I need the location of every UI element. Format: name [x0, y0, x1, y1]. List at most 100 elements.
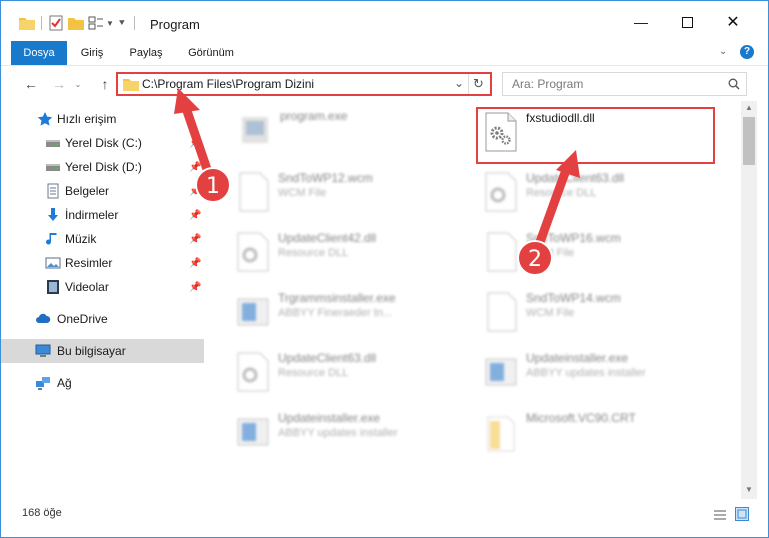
- tab-share[interactable]: Paylaş: [121, 41, 171, 65]
- sidebar-item-local-disk-c[interactable]: Yerel Disk (C:) 📌: [1, 131, 204, 155]
- status-bar: 168 öğe: [1, 501, 768, 537]
- pin-icon[interactable]: 📌: [189, 258, 201, 269]
- sidebar-item-pictures[interactable]: Resimler 📌: [1, 251, 204, 275]
- exe-file-icon: [242, 117, 268, 143]
- file-item[interactable]: program.exe: [232, 103, 472, 159]
- file-item[interactable]: SndToWP12.wcm WCM File: [230, 165, 470, 221]
- document-file-icon: [487, 292, 517, 332]
- close-button[interactable]: ✕: [710, 7, 756, 37]
- pin-icon[interactable]: 📌: [189, 210, 201, 221]
- file-type: WCM File: [526, 247, 575, 259]
- file-type: Resource DLL: [526, 187, 597, 199]
- download-icon: [48, 208, 58, 221]
- pin-icon[interactable]: 📌: [189, 162, 201, 173]
- folder-icon: [19, 18, 35, 30]
- sidebar-item-documents[interactable]: Belgeler 📌: [1, 179, 204, 203]
- arrow-right-icon: →: [52, 76, 66, 92]
- up-button[interactable]: ↑: [95, 74, 115, 94]
- tab-file[interactable]: Dosya: [11, 41, 67, 65]
- dll-file-icon: [237, 352, 269, 392]
- refresh-icon[interactable]: ↻: [473, 76, 484, 92]
- view-icon[interactable]: [88, 16, 104, 30]
- music-icon: [46, 233, 57, 245]
- scroll-down-icon[interactable]: ▼: [745, 485, 753, 494]
- file-type: WCM File: [526, 307, 575, 319]
- scroll-up-icon[interactable]: ▲: [745, 103, 753, 112]
- maximize-icon: [681, 16, 693, 28]
- help-icon[interactable]: ?: [740, 45, 754, 59]
- sidebar-item-label: Videolar: [65, 280, 109, 294]
- file-type: ABBYY updates installer: [526, 367, 646, 379]
- new-folder-icon[interactable]: [68, 16, 84, 30]
- file-item[interactable]: Updateinstaller.exe ABBYY updates instal…: [478, 345, 718, 401]
- recent-locations-button[interactable]: ⌄: [71, 74, 85, 94]
- quick-access-toolbar: ▼ ⯆: [19, 13, 135, 33]
- chevron-down-icon: ⌄: [74, 79, 82, 89]
- details-view-icon[interactable]: [713, 509, 727, 521]
- file-name: SndToWP16.wcm: [526, 231, 621, 245]
- network-icon: [36, 377, 50, 390]
- large-icons-view-icon[interactable]: [735, 507, 749, 521]
- file-item[interactable]: UpdateClient63.dll Resource DLL: [478, 165, 718, 221]
- back-button[interactable]: ←: [21, 74, 41, 94]
- minimize-button[interactable]: —: [618, 7, 664, 37]
- sidebar-item-local-disk-d[interactable]: Yerel Disk (D:) 📌: [1, 155, 204, 179]
- sidebar-item-this-pc[interactable]: Bu bilgisayar: [1, 339, 204, 363]
- file-name: UpdateClient42.dll: [278, 231, 377, 245]
- sidebar-item-quick-access[interactable]: Hızlı erişim: [1, 107, 204, 131]
- file-name: Trgrammsinstaller.exe: [278, 291, 396, 305]
- title-bar: ▼ ⯆ Program — ✕: [1, 1, 768, 41]
- tab-home[interactable]: Giriş: [69, 41, 115, 65]
- cloud-icon: [36, 313, 51, 323]
- file-item[interactable]: UpdateClient42.dll Resource DLL: [230, 225, 470, 281]
- file-item[interactable]: Updateinstaller.exe ABBYY updates instal…: [230, 405, 470, 461]
- sidebar-item-downloads[interactable]: İndirmeler 📌: [1, 203, 204, 227]
- arrow-left-icon: ←: [24, 76, 38, 92]
- sidebar-item-videos[interactable]: Videolar 📌: [1, 275, 204, 299]
- sidebar-item-network[interactable]: Ağ: [1, 371, 204, 395]
- search-input[interactable]: Ara: Program: [502, 72, 747, 96]
- chevron-down-icon[interactable]: ⌄: [454, 76, 464, 90]
- properties-icon[interactable]: [48, 15, 64, 31]
- file-type: Resource DLL: [278, 247, 349, 259]
- folder-icon: [123, 79, 139, 91]
- file-name: Microsoft.VC90.CRT: [526, 411, 636, 425]
- customize-toolbar-icon[interactable]: ⯆: [118, 18, 126, 29]
- sidebar-item-onedrive[interactable]: OneDrive: [1, 307, 204, 331]
- dll-file-icon: [237, 232, 269, 272]
- vertical-scrollbar[interactable]: ▲ ▼: [741, 101, 757, 499]
- file-item[interactable]: Microsoft.VC90.CRT: [478, 405, 718, 461]
- file-name: UpdateClient63.dll: [526, 171, 625, 185]
- address-bar[interactable]: C:\Program Files\Program Dizini ⌄ ↻: [116, 72, 492, 96]
- tab-view[interactable]: Görünüm: [179, 41, 243, 65]
- forward-button[interactable]: →: [49, 74, 69, 94]
- sidebar-item-music[interactable]: Müzik 📌: [1, 227, 204, 251]
- sidebar-item-label: Hızlı erişim: [57, 112, 117, 126]
- sidebar-item-label: Yerel Disk (D:): [65, 160, 142, 174]
- pin-icon[interactable]: 📌: [189, 282, 201, 293]
- pictures-icon: [45, 257, 61, 269]
- file-name: SndToWP14.wcm: [526, 291, 621, 305]
- chevron-down-icon[interactable]: ▼: [106, 19, 114, 28]
- file-name: Updateinstaller.exe: [278, 411, 381, 425]
- file-type: WCM File: [278, 187, 327, 199]
- document-file-icon: [239, 172, 269, 212]
- separator: [468, 74, 469, 94]
- separator: [133, 16, 135, 30]
- maximize-button[interactable]: [664, 7, 710, 37]
- target-file-highlight: [476, 107, 715, 164]
- expand-ribbon-icon[interactable]: ⌄: [719, 46, 727, 57]
- sidebar-item-label: Ağ: [57, 376, 72, 390]
- pin-icon[interactable]: 📌: [189, 138, 201, 149]
- pin-icon[interactable]: 📌: [189, 234, 201, 245]
- file-item[interactable]: Trgrammsinstaller.exe ABBYY Fineraeder t…: [230, 285, 470, 341]
- file-item[interactable]: SndToWP16.wcm WCM File: [478, 225, 718, 281]
- sidebar-item-label: Belgeler: [65, 184, 110, 198]
- file-type: Resource DLL: [278, 367, 349, 379]
- installer-file-icon: [485, 358, 517, 386]
- file-item[interactable]: UpdateClient63.dll Resource DLL: [230, 345, 470, 401]
- file-item[interactable]: SndToWP14.wcm WCM File: [478, 285, 718, 341]
- explorer-window: ▼ ⯆ Program — ✕ Dosya Giriş Paylaş Görün…: [0, 0, 769, 538]
- pin-icon[interactable]: 📌: [189, 186, 201, 197]
- scroll-thumb[interactable]: [743, 117, 755, 165]
